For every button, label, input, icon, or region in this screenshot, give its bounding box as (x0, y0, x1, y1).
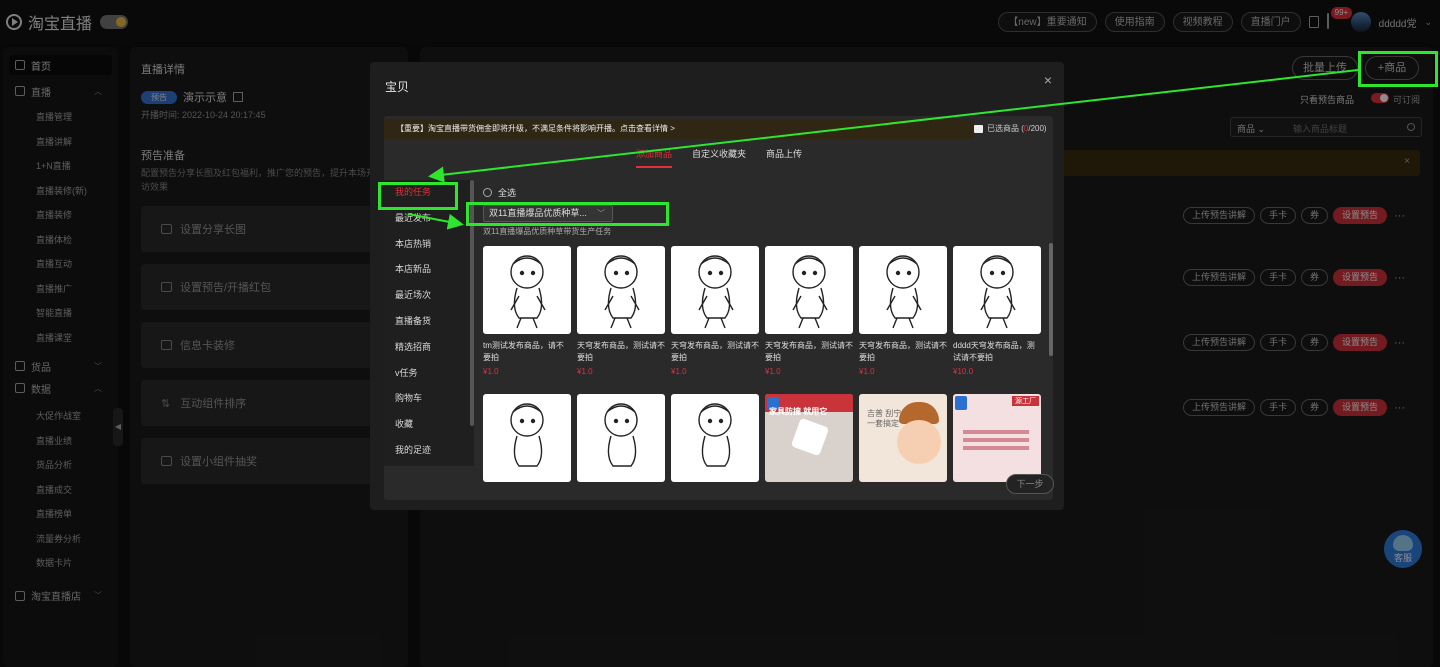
product-image (859, 246, 947, 334)
product-name: 天穹发布商品，测试请不要拍 (859, 341, 947, 362)
product-image (483, 394, 571, 482)
next-step-button[interactable]: 下一步 (1006, 474, 1054, 494)
image-caption: 一套搞定 (867, 419, 899, 428)
select-all-label: 全选 (498, 188, 517, 198)
product-price: ¥1.0 (483, 367, 499, 376)
product-name: tm测试发布商品，请不要拍 (483, 341, 564, 362)
menu-item-favorites[interactable]: 收藏 (384, 412, 474, 438)
modal-tabs: 添加商品 自定义收藏夹 商品上传 (636, 147, 802, 168)
menu-item-footprint[interactable]: 我的足迹 (384, 438, 474, 464)
product-image (765, 246, 853, 334)
selected-count: 已选商品 (0/200) (974, 123, 1047, 134)
product-image: 家具防撞 就用它 (765, 394, 853, 482)
select-all[interactable]: 全选 (483, 186, 516, 199)
task-subtitle: 双11直播爆品优质种草带货生产任务 (483, 227, 612, 236)
product-card[interactable] (671, 394, 759, 482)
product-card[interactable]: dddd天穹发布商品，测试请不要拍 ¥10.0 (953, 246, 1041, 376)
tab-custom-favorites[interactable]: 自定义收藏夹 (692, 147, 746, 168)
menu-item-new[interactable]: 本店新品 (384, 257, 474, 283)
tab-goods-upload[interactable]: 商品上传 (766, 147, 802, 168)
product-card[interactable]: 天穹发布商品，测试请不要拍 ¥1.0 (671, 246, 759, 376)
product-card[interactable]: tm测试发布商品，请不要拍 ¥1.0 (483, 246, 571, 376)
product-card[interactable]: 家具防撞 就用它 (765, 394, 853, 482)
product-price: ¥1.0 (765, 367, 781, 376)
goods-modal: 宝贝 × 【重要】淘宝直播带货佣金即将升级，不满足条件将影响开播。点击查看详情 … (370, 62, 1064, 510)
highlight-my-task (378, 182, 458, 210)
shop-tag: 源工厂 (1012, 396, 1039, 406)
menu-item-recruit[interactable]: 精选招商 (384, 335, 474, 361)
menu-item-hot[interactable]: 本店热销 (384, 232, 474, 258)
modal-title: 宝贝 (385, 80, 410, 94)
product-price: ¥1.0 (671, 367, 687, 376)
product-image: 源工厂 (953, 394, 1041, 482)
product-card[interactable]: 吉普 刮宁 一套搞定 (859, 394, 947, 482)
product-card[interactable] (577, 394, 665, 482)
product-price: ¥1.0 (859, 367, 875, 376)
product-image (483, 246, 571, 334)
product-price: ¥10.0 (953, 367, 974, 376)
tab-add-goods[interactable]: 添加商品 (636, 147, 673, 168)
menu-item-stock[interactable]: 直播备货 (384, 309, 474, 335)
source-menu: 我的任务 最近发布 本店热销 本店新品 最近场次 直播备货 精选招商 v任务 购… (384, 180, 474, 466)
product-card[interactable]: 天穹发布商品，测试请不要拍 ¥1.0 (859, 246, 947, 376)
menu-item-cart[interactable]: 购物车 (384, 386, 474, 412)
product-card[interactable]: 天穹发布商品，测试请不要拍 ¥1.0 (765, 246, 853, 376)
highlight-task-select (466, 202, 669, 226)
product-name: dddd天穹发布商品，测试请不要拍 (953, 341, 1035, 362)
grid-scrollbar[interactable] (1049, 243, 1053, 356)
product-name: 天穹发布商品，测试请不要拍 (765, 341, 853, 362)
product-card[interactable]: 天穹发布商品，测试请不要拍 ¥1.0 (577, 246, 665, 376)
image-caption: 家具防撞 就用它 (769, 407, 828, 416)
product-image: 吉普 刮宁 一套搞定 (859, 394, 947, 482)
product-image (953, 246, 1041, 334)
warning-banner[interactable]: 【重要】淘宝直播带货佣金即将升级，不满足条件将影响开播。点击查看详情 > (384, 119, 974, 139)
close-icon[interactable]: × (1044, 72, 1052, 88)
product-name: 天穹发布商品，测试请不要拍 (671, 341, 759, 362)
menu-item-recent-sessions[interactable]: 最近场次 (384, 283, 474, 309)
product-image (577, 246, 665, 334)
highlight-add-goods (1358, 51, 1438, 87)
product-image (671, 394, 759, 482)
modal-body: 【重要】淘宝直播带货佣金即将升级，不满足条件将影响开播。点击查看详情 > 已选商… (384, 116, 1053, 500)
product-image (577, 394, 665, 482)
product-price: ¥1.0 (577, 367, 593, 376)
menu-item-v-task[interactable]: v任务 (384, 361, 474, 387)
checkbox-icon (974, 124, 983, 133)
product-card[interactable]: 源工厂 (953, 394, 1041, 482)
product-name: 天穹发布商品，测试请不要拍 (577, 341, 665, 362)
product-card[interactable] (483, 394, 571, 482)
product-image (671, 246, 759, 334)
radio-icon (483, 188, 492, 197)
